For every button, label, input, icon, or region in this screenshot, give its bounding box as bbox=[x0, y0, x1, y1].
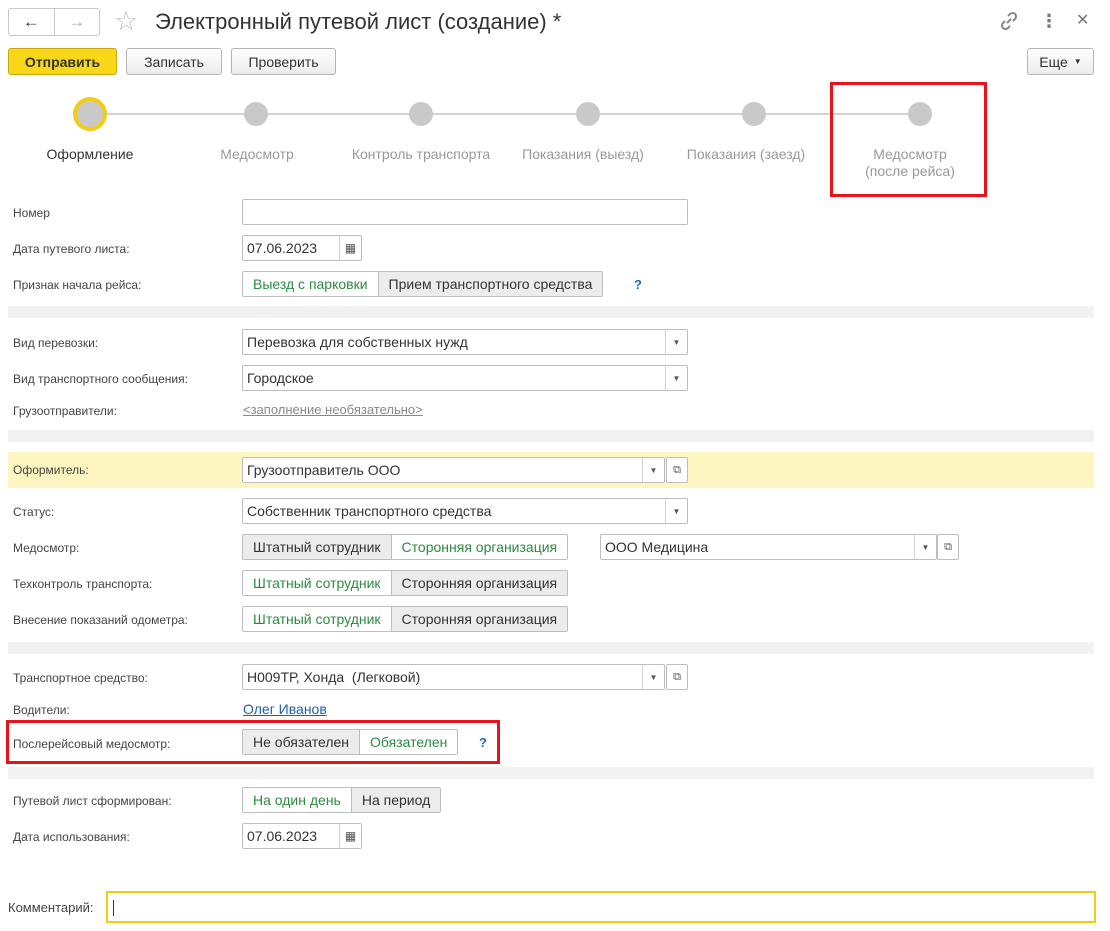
formed-label: Путевой лист сформирован: bbox=[13, 794, 172, 808]
step-label-1[interactable]: Оформление bbox=[0, 146, 180, 163]
step-dot-5[interactable] bbox=[742, 102, 766, 126]
more-button[interactable]: Еще ▼ bbox=[1027, 48, 1094, 75]
date-value: 07.06.2023 bbox=[247, 240, 318, 256]
vehicle-value: Н009ТР, Хонда (Легковой) bbox=[247, 669, 421, 685]
issuer-value: Грузоотправитель ООО bbox=[247, 462, 401, 478]
status-select[interactable]: Собственник транспортного средства ▼ bbox=[242, 498, 688, 524]
medcheck-org-value: ООО Медицина bbox=[605, 539, 709, 555]
dropdown-arrow-icon[interactable]: ▼ bbox=[642, 665, 664, 689]
formed-toggle: На один день На период bbox=[242, 787, 442, 813]
medcheck-org-select[interactable]: ООО Медицина ▼ bbox=[600, 534, 937, 560]
dropdown-arrow-icon[interactable]: ▼ bbox=[665, 366, 687, 390]
check-button[interactable]: Проверить bbox=[231, 48, 336, 75]
formed-option-one-day[interactable]: На один день bbox=[243, 788, 351, 812]
section-divider bbox=[8, 306, 1094, 318]
comment-input[interactable] bbox=[106, 891, 1096, 923]
calendar-icon[interactable]: ▦ bbox=[339, 236, 361, 260]
close-icon[interactable]: ✕ bbox=[1076, 10, 1089, 32]
open-icon[interactable]: ⧉ bbox=[666, 457, 688, 483]
chevron-down-icon: ▼ bbox=[1073, 57, 1082, 66]
post-medcheck-label: Послерейсовый медосмотр: bbox=[13, 737, 171, 751]
post-medcheck-option-required[interactable]: Обязателен bbox=[359, 730, 458, 754]
step-dot-3[interactable] bbox=[409, 102, 433, 126]
status-value: Собственник транспортного средства bbox=[247, 503, 492, 519]
transport-msg-select[interactable]: Городское ▼ bbox=[242, 365, 688, 391]
issuer-label: Оформитель: bbox=[13, 463, 89, 477]
forward-arrow-icon[interactable]: → bbox=[53, 9, 100, 35]
trip-start-label: Признак начала рейса: bbox=[13, 278, 142, 292]
drivers-label: Водители: bbox=[13, 703, 70, 717]
comment-label: Комментарий: bbox=[8, 900, 94, 915]
text-cursor bbox=[113, 900, 114, 916]
steps-line bbox=[90, 113, 920, 115]
transport-msg-label: Вид транспортного сообщения: bbox=[13, 372, 188, 386]
number-label: Номер bbox=[13, 206, 50, 220]
use-date-input[interactable]: 07.06.2023 ▦ bbox=[242, 823, 362, 849]
page-title: Электронный путевой лист (создание) * bbox=[155, 9, 562, 34]
medcheck-option-staff[interactable]: Штатный сотрудник bbox=[243, 535, 391, 559]
section-divider bbox=[8, 430, 1094, 442]
odometer-option-staff[interactable]: Штатный сотрудник bbox=[243, 607, 391, 631]
save-button[interactable]: Записать bbox=[126, 48, 222, 75]
help-icon[interactable]: ? bbox=[479, 735, 487, 750]
back-arrow-icon[interactable]: ← bbox=[9, 9, 54, 35]
open-icon[interactable]: ⧉ bbox=[666, 664, 688, 690]
open-icon[interactable]: ⧉ bbox=[937, 534, 959, 560]
vehicle-select[interactable]: Н009ТР, Хонда (Легковой) ▼ bbox=[242, 664, 665, 690]
status-label: Статус: bbox=[13, 505, 55, 519]
step-label-4[interactable]: Показания (выезд) bbox=[493, 146, 673, 163]
step-label-3[interactable]: Контроль транспорта bbox=[331, 146, 511, 163]
medcheck-label: Медосмотр: bbox=[13, 541, 80, 555]
link-icon[interactable] bbox=[998, 10, 1020, 37]
transport-type-value: Перевозка для собственных нужд bbox=[247, 334, 468, 350]
dropdown-arrow-icon[interactable]: ▼ bbox=[665, 330, 687, 354]
transport-type-select[interactable]: Перевозка для собственных нужд ▼ bbox=[242, 329, 688, 355]
odometer-option-external[interactable]: Сторонняя организация bbox=[390, 607, 568, 631]
vehicle-label: Транспортное средство: bbox=[13, 671, 148, 685]
calendar-icon[interactable]: ▦ bbox=[339, 824, 361, 848]
use-date-label: Дата использования: bbox=[13, 830, 130, 844]
help-icon[interactable]: ? bbox=[634, 277, 642, 292]
trip-start-option-parking[interactable]: Выезд с парковки bbox=[243, 272, 378, 296]
date-label: Дата путевого листа: bbox=[13, 242, 130, 256]
post-medcheck-toggle: Не обязателен Обязателен bbox=[242, 729, 459, 755]
techcontrol-option-external[interactable]: Сторонняя организация bbox=[390, 571, 568, 595]
section-divider bbox=[8, 767, 1094, 779]
shippers-link[interactable]: <заполнение необязательно> bbox=[243, 402, 423, 417]
issuer-select[interactable]: Грузоотправитель ООО ▼ bbox=[242, 457, 665, 483]
number-input[interactable] bbox=[242, 199, 688, 225]
date-input[interactable]: 07.06.2023 ▦ bbox=[242, 235, 362, 261]
trip-start-toggle: Выезд с парковки Прием транспортного сре… bbox=[242, 271, 604, 297]
odometer-toggle: Штатный сотрудник Сторонняя организация bbox=[242, 606, 569, 632]
dropdown-arrow-icon[interactable]: ▼ bbox=[665, 499, 687, 523]
odometer-label: Внесение показаний одометра: bbox=[13, 613, 188, 627]
techcontrol-toggle: Штатный сотрудник Сторонняя организация bbox=[242, 570, 569, 596]
driver-link[interactable]: Олег Иванов bbox=[243, 701, 327, 717]
star-icon[interactable]: ☆ bbox=[114, 6, 138, 36]
navigation-buttons: ← → bbox=[8, 8, 100, 36]
transport-msg-value: Городское bbox=[247, 370, 314, 386]
medcheck-toggle: Штатный сотрудник Сторонняя организация bbox=[242, 534, 569, 560]
shippers-label: Грузоотправители: bbox=[13, 404, 117, 418]
techcontrol-label: Техконтроль транспорта: bbox=[13, 577, 153, 591]
dropdown-arrow-icon[interactable]: ▼ bbox=[914, 535, 936, 559]
section-divider bbox=[8, 642, 1094, 654]
trip-start-option-reception[interactable]: Прием транспортного средства bbox=[377, 272, 603, 296]
step-highlight-box bbox=[830, 82, 987, 197]
transport-type-label: Вид перевозки: bbox=[13, 336, 99, 350]
step-label-2[interactable]: Медосмотр bbox=[167, 146, 347, 163]
post-medcheck-option-not-required[interactable]: Не обязателен bbox=[243, 730, 360, 754]
send-button[interactable]: Отправить bbox=[8, 48, 117, 75]
more-button-label: Еще bbox=[1039, 53, 1068, 70]
use-date-value: 07.06.2023 bbox=[247, 828, 318, 844]
step-dot-2[interactable] bbox=[244, 102, 268, 126]
more-vertical-icon[interactable]: ⋮ bbox=[1040, 10, 1058, 32]
formed-option-period[interactable]: На период bbox=[350, 788, 441, 812]
step-dot-1[interactable] bbox=[73, 97, 107, 131]
step-label-5[interactable]: Показания (заезд) bbox=[656, 146, 836, 163]
dropdown-arrow-icon[interactable]: ▼ bbox=[642, 458, 664, 482]
step-dot-4[interactable] bbox=[576, 102, 600, 126]
medcheck-option-external[interactable]: Сторонняя организация bbox=[390, 535, 568, 559]
techcontrol-option-staff[interactable]: Штатный сотрудник bbox=[243, 571, 391, 595]
